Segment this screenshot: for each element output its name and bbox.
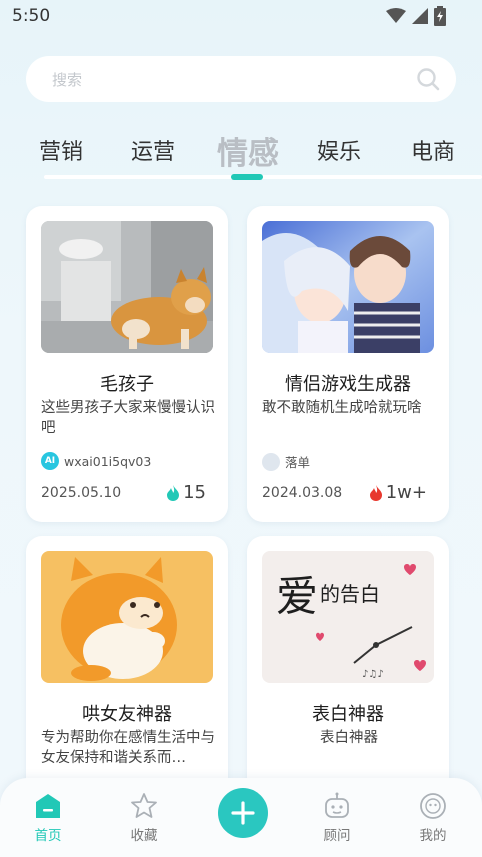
flame-icon — [369, 484, 382, 501]
image-text-big: 爱 — [276, 572, 318, 621]
status-bar: 5:50 — [0, 0, 482, 34]
tab-entertainment[interactable]: 娱乐 — [317, 134, 361, 166]
tab-marketing[interactable]: 营销 — [39, 134, 83, 166]
nav-profile[interactable]: 我的 — [403, 792, 463, 844]
status-icons — [386, 6, 446, 26]
nav-label: 首页 — [34, 828, 62, 844]
add-button[interactable] — [218, 788, 268, 838]
ai-avatar-icon: AI — [41, 452, 59, 470]
anime-couple-image — [262, 221, 434, 353]
robot-icon — [325, 792, 349, 818]
card-title: 情侣游戏生成器 — [285, 374, 411, 395]
card-date: 2024.03.08 — [262, 485, 343, 501]
category-tabs: 营销 运营 情感 娱乐 电商 — [0, 128, 482, 178]
heat-count: 15 — [183, 482, 206, 503]
tab-emotion[interactable]: 情感 — [217, 128, 279, 173]
card-girlfriend-helper[interactable]: 哄女友神器 专为帮助你在感情生活中与女友保持和谐关系而… — [26, 536, 228, 796]
status-time: 5:50 — [12, 6, 51, 26]
home-icon — [36, 794, 60, 818]
card-description: 这些男孩子大家来慢慢认识吧 — [41, 400, 215, 436]
tab-indicator — [231, 174, 263, 180]
author-name: 落单 — [285, 455, 311, 470]
nav-advisor[interactable]: 顾问 — [307, 792, 367, 844]
card-title: 毛孩子 — [100, 374, 154, 395]
nav-label: 我的 — [419, 828, 447, 844]
smiley-icon — [420, 793, 446, 819]
wifi-icon — [386, 8, 406, 23]
search-input[interactable]: 搜索 — [52, 69, 82, 90]
heat-count: 1w+ — [385, 482, 427, 503]
nav-label: 收藏 — [130, 828, 158, 844]
tab-ecommerce[interactable]: 电商 — [411, 134, 455, 166]
author-name: wxai01i5qv03 — [64, 453, 152, 469]
card-author: AI wxai01i5qv03 — [41, 452, 151, 470]
card-fur-kids[interactable]: 毛孩子 这些男孩子大家来慢慢认识吧 AI wxai01i5qv03 2025.0… — [26, 206, 228, 522]
plus-icon — [231, 801, 255, 825]
card-title: 哄女友神器 — [82, 704, 172, 725]
card-confession[interactable]: 爱 的告白 ♪♫♪ 表白神器 表白神器 — [247, 536, 449, 796]
music-notes-icon: ♪♫♪ — [362, 669, 384, 680]
card-heat: 15 — [167, 482, 206, 503]
card-description: 敢不敢随机生成哈就玩啥 — [262, 400, 422, 416]
cellular-icon — [412, 8, 428, 24]
card-couple-game[interactable]: 情侣游戏生成器 敢不敢随机生成哈就玩啥 落单 2024.03.08 1w+ — [247, 206, 449, 522]
search-bar[interactable]: 搜索 — [26, 56, 456, 102]
nav-home[interactable]: 首页 — [18, 792, 78, 844]
nav-label: 顾问 — [323, 828, 351, 844]
card-description: 专为帮助你在感情生活中与女友保持和谐关系而… — [41, 730, 215, 766]
tab-operations[interactable]: 运营 — [131, 134, 175, 166]
love-confession-image: 爱 的告白 ♪♫♪ — [262, 551, 434, 683]
nav-favorites[interactable]: 收藏 — [114, 792, 174, 844]
bottom-nav: 首页 收藏 顾问 我的 — [0, 778, 482, 857]
shiba-dog-image — [41, 221, 213, 353]
flame-icon — [167, 484, 180, 501]
battery-icon — [434, 6, 446, 26]
search-icon[interactable] — [416, 67, 440, 91]
card-date: 2025.05.10 — [41, 485, 122, 501]
user-avatar — [262, 452, 280, 471]
star-icon — [131, 793, 157, 818]
image-text-small: 的告白 — [320, 582, 380, 606]
tab-track — [44, 175, 482, 179]
card-title: 表白神器 — [312, 704, 384, 725]
card-author: 落单 — [262, 452, 310, 471]
card-heat: 1w+ — [369, 482, 427, 503]
plush-hamster-image — [41, 551, 213, 683]
card-description: 表白神器 — [320, 730, 378, 746]
